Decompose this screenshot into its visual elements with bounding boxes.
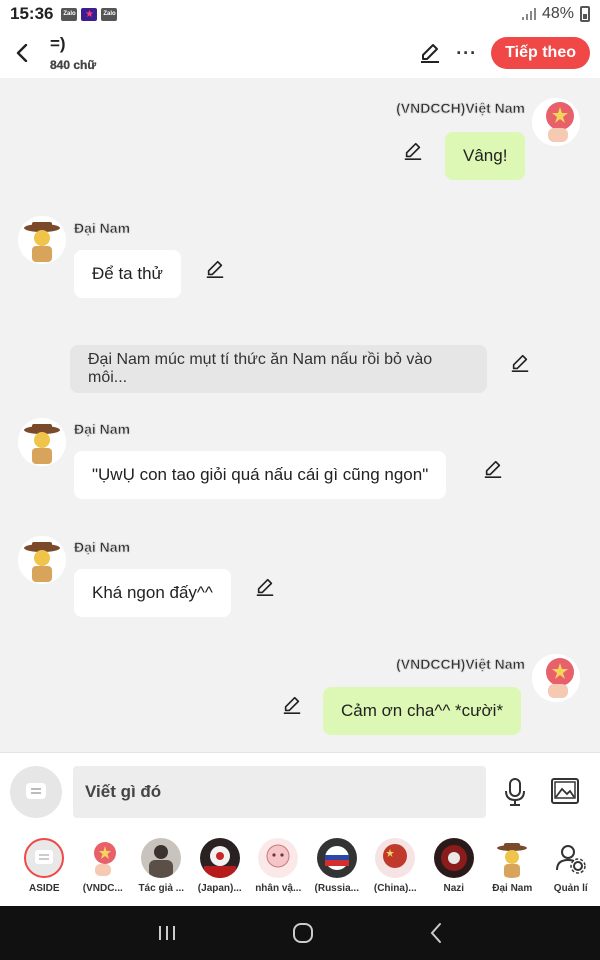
- back-button[interactable]: [10, 41, 34, 65]
- recent-apps-icon[interactable]: [156, 923, 178, 943]
- back-nav-icon[interactable]: [428, 922, 444, 944]
- header-actions: ··· Tiếp theo: [418, 37, 590, 69]
- star-app-notification-icon: ★: [81, 7, 98, 21]
- sender-name: Đại Nam: [74, 421, 131, 437]
- chat-area[interactable]: (VNDCCH)Việt Nam Vâng! Đại Nam Để ta thử…: [0, 78, 600, 752]
- zalo-notification-icon: Zalo: [61, 7, 78, 21]
- character-label: nhân vậ...: [255, 883, 302, 894]
- character-selector: ASIDE (VNDC... Tác giả ... (Japan)... nh…: [0, 830, 600, 906]
- character-label: Quản lí: [553, 883, 588, 894]
- edit-message-icon[interactable]: [483, 459, 503, 479]
- character-vietnam[interactable]: (VNDC...: [74, 838, 133, 894]
- character-japan[interactable]: (Japan)...: [191, 838, 250, 894]
- character-dainam[interactable]: Đại Nam: [483, 838, 542, 894]
- sender-name: Đại Nam: [74, 220, 131, 236]
- status-notification-icons: Zalo ★ Zalo: [61, 7, 118, 21]
- character-aside[interactable]: ASIDE: [15, 838, 74, 894]
- message-bubble[interactable]: Khá ngon đấy^^: [74, 569, 231, 617]
- battery-icon: [580, 6, 590, 22]
- manage-icon: [551, 838, 591, 878]
- status-right: 48%: [521, 5, 590, 23]
- character-china[interactable]: (China)...: [366, 838, 425, 894]
- edit-message-icon[interactable]: [403, 141, 423, 161]
- character-label: Tác giả ...: [138, 883, 185, 894]
- message-bubble[interactable]: Để ta thử: [74, 250, 181, 298]
- message-text: Vâng!: [463, 146, 508, 165]
- signal-icon: [521, 8, 536, 20]
- edit-message-icon[interactable]: [255, 577, 275, 597]
- message-bubble[interactable]: "ỤwỤ con tao giỏi quá nấu cái gì cũng ng…: [74, 451, 447, 499]
- message-bubble[interactable]: Cảm ơn cha^^ *cười*: [323, 687, 522, 735]
- story-title: =): [50, 34, 66, 53]
- status-time: 15:36: [10, 4, 54, 23]
- avatar-character: [258, 838, 299, 878]
- character-label: (China)...: [373, 883, 417, 894]
- message-bubble[interactable]: Vâng!: [445, 132, 526, 180]
- character-label: (Japan)...: [197, 883, 242, 894]
- edit-message-icon[interactable]: [510, 353, 530, 373]
- battery-percent: 48%: [541, 5, 574, 22]
- narration-bubble[interactable]: Đại Nam múc mụt tí thức ăn Nam nấu rồi b…: [70, 345, 487, 393]
- edit-message-icon[interactable]: [282, 695, 302, 715]
- avatar-dainam: [492, 838, 533, 878]
- image-icon[interactable]: [550, 777, 580, 805]
- avatar-author: [141, 838, 182, 878]
- sender-name: Đại Nam: [74, 539, 131, 555]
- character-label: (VNDC...: [82, 883, 123, 894]
- aside-icon: [24, 838, 65, 878]
- avatar-japan: [199, 838, 240, 878]
- chevron-left-icon: [16, 44, 28, 62]
- word-count: 840 chữ: [50, 58, 97, 72]
- character-manage[interactable]: Quản lí: [542, 838, 600, 894]
- avatar-nazi: [433, 838, 474, 878]
- status-bar: 15:36 Zalo ★ Zalo 48%: [0, 0, 600, 28]
- character-author[interactable]: Tác giả ...: [132, 838, 191, 894]
- pencil-icon: [421, 44, 440, 63]
- avatar-vietnam[interactable]: [532, 98, 580, 146]
- character-label: Đại Nam: [492, 883, 533, 894]
- character-nazi[interactable]: Nazi: [425, 838, 484, 894]
- message-text: "ỤwỤ con tao giỏi quá nấu cái gì cũng ng…: [92, 465, 429, 484]
- message-text: Để ta thử: [92, 264, 163, 283]
- character-label: Nazi: [443, 883, 465, 894]
- avatar-vietnam[interactable]: [532, 654, 580, 702]
- avatar-dainam[interactable]: [18, 418, 66, 466]
- narration-toggle-button[interactable]: [10, 765, 62, 818]
- message-input[interactable]: Viết gì đó: [73, 765, 486, 818]
- edit-button[interactable]: [418, 41, 442, 65]
- avatar-dainam[interactable]: [18, 216, 66, 264]
- home-icon[interactable]: [291, 921, 315, 945]
- sender-name: (VNDCCH)Việt Nam: [396, 656, 525, 672]
- app-header: =) 840 chữ ··· Tiếp theo: [0, 28, 600, 78]
- message-text: Cảm ơn cha^^ *cười*: [341, 701, 504, 720]
- zalo-notification-icon: Zalo: [101, 7, 118, 21]
- more-options-button[interactable]: ···: [456, 43, 477, 64]
- sender-name: (VNDCCH)Việt Nam: [396, 100, 525, 116]
- edit-message-icon[interactable]: [205, 259, 225, 279]
- character-label: ASIDE: [28, 883, 60, 894]
- avatar-dainam[interactable]: [18, 536, 66, 584]
- character-label: (Russia...: [314, 883, 359, 894]
- story-title-block: =) 840 chữ: [50, 34, 96, 72]
- avatar-vietnam: [82, 838, 123, 878]
- character-npc[interactable]: nhân vậ...: [249, 838, 308, 894]
- message-text: Khá ngon đấy^^: [92, 583, 213, 602]
- narration-text: Đại Nam múc mụt tí thức ăn Nam nấu rồi b…: [88, 351, 433, 386]
- character-russia[interactable]: (Russia...: [308, 838, 367, 894]
- composer-icons: [502, 777, 580, 807]
- avatar-china: [375, 838, 416, 878]
- message-box-icon: [26, 782, 46, 799]
- composer-bar: Viết gì đó: [0, 752, 600, 830]
- system-nav-bar: [0, 906, 600, 960]
- avatar-russia: [316, 838, 357, 878]
- next-button[interactable]: Tiếp theo: [491, 37, 590, 69]
- microphone-icon[interactable]: [502, 777, 528, 807]
